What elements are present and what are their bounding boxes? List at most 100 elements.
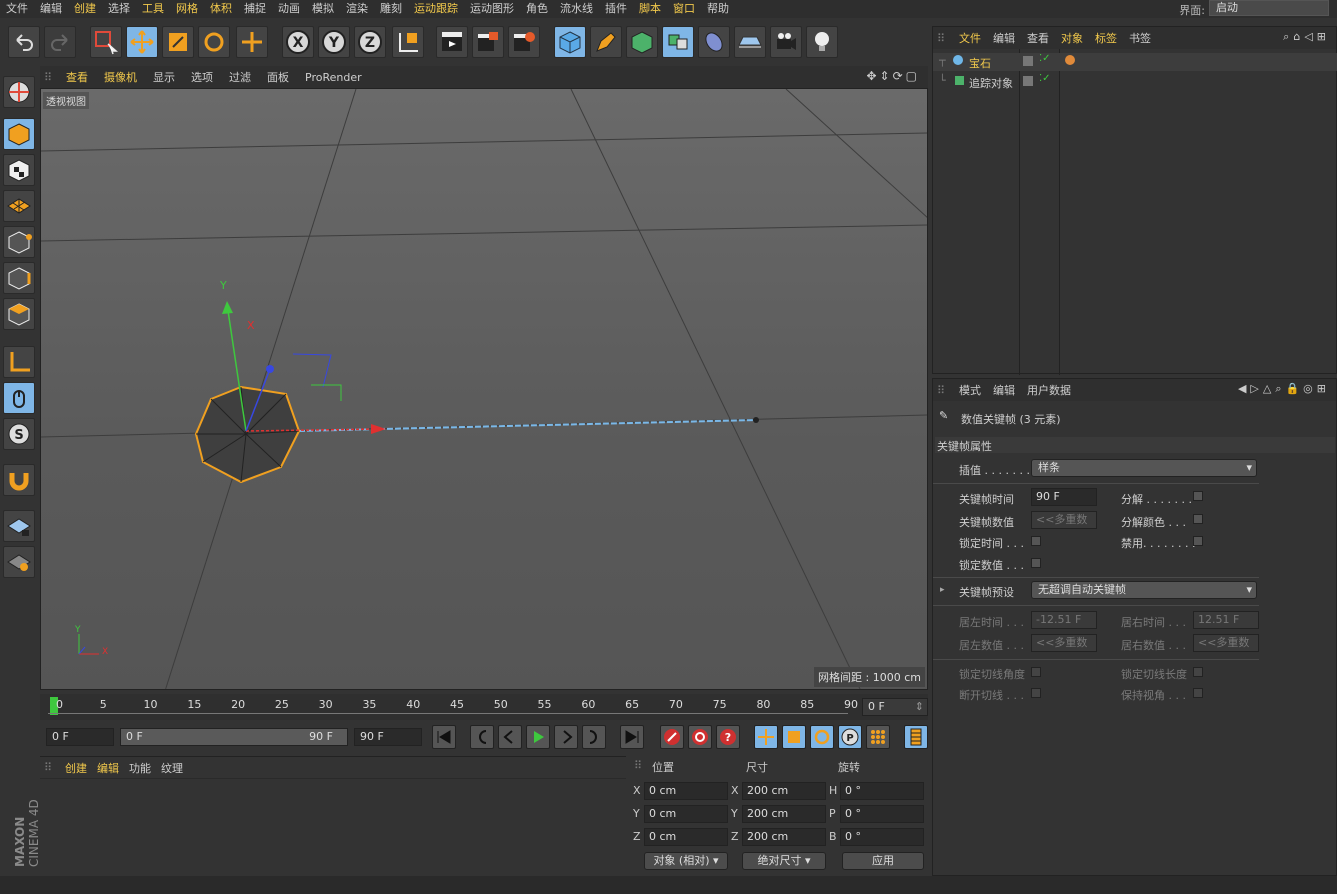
menu-character[interactable]: 角色 [520, 0, 554, 18]
material-menu-create[interactable]: 创建 [60, 760, 92, 776]
om-menu-bookmarks[interactable]: 书签 [1123, 30, 1157, 46]
model-mode-button[interactable] [3, 118, 35, 150]
key-scale-button[interactable] [782, 725, 806, 749]
material-menu-texture[interactable]: 纹理 [156, 760, 188, 776]
apply-button[interactable]: 应用 [842, 852, 924, 870]
planar-workplane-button[interactable] [3, 546, 35, 578]
frame-range-slider[interactable]: 0 F 90 F [120, 728, 348, 746]
viewport-menu-cameras[interactable]: 摄像机 [96, 69, 145, 85]
pen-button[interactable] [590, 26, 622, 58]
size-z-field[interactable]: 200 cm [742, 828, 826, 846]
lock-tangent-angle-checkbox[interactable] [1031, 667, 1041, 677]
section-header[interactable]: 关键帧属性 [935, 437, 1335, 453]
next-frame-button[interactable] [554, 725, 578, 749]
make-editable-button[interactable] [3, 76, 35, 108]
key-parameter-button[interactable]: P [838, 725, 862, 749]
rotate-tool-button[interactable] [198, 26, 230, 58]
material-menu-function[interactable]: 功能 [124, 760, 156, 776]
menu-help[interactable]: 帮助 [701, 0, 735, 18]
menu-mesh[interactable]: 网格 [170, 0, 204, 18]
menu-create[interactable]: 创建 [68, 0, 102, 18]
menu-snap[interactable]: 捕捉 [238, 0, 272, 18]
mute-checkbox[interactable] [1193, 536, 1203, 546]
viewport-menu-filter[interactable]: 过滤 [221, 69, 259, 85]
lock-time-checkbox[interactable] [1031, 536, 1041, 546]
menu-simulate[interactable]: 模拟 [306, 0, 340, 18]
current-frame-field[interactable]: 0 F ⇕ [862, 698, 928, 716]
key-position-button[interactable] [754, 725, 778, 749]
z-axis-button[interactable]: Z [354, 26, 386, 58]
menu-animate[interactable]: 动画 [272, 0, 306, 18]
key-time-field[interactable]: 90 F [1031, 488, 1097, 506]
timeline-ruler[interactable]: 0 5 10 15 20 25 30 35 40 45 50 55 60 65 70 75 80 85 90 [40, 694, 928, 720]
go-to-end-button[interactable] [620, 725, 644, 749]
deformer-button[interactable] [698, 26, 730, 58]
y-axis-button[interactable]: Y [318, 26, 350, 58]
end-frame-field[interactable]: 90 F [354, 728, 422, 746]
om-menu-objects[interactable]: 对象 [1055, 30, 1089, 46]
menu-sculpt[interactable]: 雕刻 [374, 0, 408, 18]
cube-button[interactable] [554, 26, 586, 58]
viewport-menu-panel[interactable]: 面板 [259, 69, 297, 85]
lock-workplane-button[interactable] [3, 510, 35, 542]
point-mode-button[interactable] [3, 226, 35, 258]
menu-mograph[interactable]: 运动图形 [464, 0, 520, 18]
menu-motion-tracking[interactable]: 运动跟踪 [408, 0, 464, 18]
light-button[interactable] [806, 26, 838, 58]
left-time-field[interactable]: -12.51 F [1031, 611, 1097, 629]
table-row[interactable]: ┬ 宝石 ⁚✓ [933, 53, 1337, 71]
prev-frame-button[interactable] [498, 725, 522, 749]
om-menu-edit[interactable]: 编辑 [987, 30, 1021, 46]
start-frame-field[interactable]: 0 F [46, 728, 114, 746]
render-settings-button[interactable] [508, 26, 540, 58]
viewport-menu-options[interactable]: 选项 [183, 69, 221, 85]
menu-window[interactable]: 窗口 [667, 0, 701, 18]
path-end-point[interactable] [753, 417, 759, 423]
om-menu-view[interactable]: 查看 [1021, 30, 1055, 46]
floor-button[interactable] [734, 26, 766, 58]
expand-arrow-icon[interactable]: ▸ [940, 585, 945, 595]
move-tool-button[interactable] [126, 26, 158, 58]
object-name[interactable]: 宝石 [969, 55, 991, 71]
keyframe-selection-button[interactable]: ? [716, 725, 740, 749]
material-menu-edit[interactable]: 编辑 [92, 760, 124, 776]
menu-pipeline[interactable]: 流水线 [554, 0, 599, 18]
coordinate-system-button[interactable] [392, 26, 424, 58]
polygon-mode-button[interactable] [3, 298, 35, 330]
layer-icon[interactable] [1023, 56, 1033, 66]
om-menu-tags[interactable]: 标签 [1089, 30, 1123, 46]
interpolation-select[interactable]: 样条 ▾ [1031, 459, 1257, 477]
snap-button[interactable] [3, 464, 35, 496]
subdivision-button[interactable] [626, 26, 658, 58]
rot-p-field[interactable]: 0 ° [840, 805, 924, 823]
menu-file[interactable]: 文件 [0, 0, 34, 18]
om-nav-icons[interactable]: ⌕⌂◁⊞ [1283, 30, 1330, 44]
size-mode-select[interactable]: 绝对尺寸 ▾ [742, 852, 826, 870]
play-button[interactable] [526, 725, 550, 749]
redo-button[interactable] [44, 26, 76, 58]
key-pla-button[interactable] [866, 725, 890, 749]
solo-button[interactable]: S [3, 418, 35, 450]
am-menu-mode[interactable]: 模式 [953, 382, 987, 398]
gem-object[interactable] [194, 385, 301, 484]
prev-key-button[interactable] [470, 725, 494, 749]
menu-volume[interactable]: 体积 [204, 0, 238, 18]
menu-edit[interactable]: 编辑 [34, 0, 68, 18]
key-value-field[interactable]: <<多重数 [1031, 511, 1097, 529]
render-view-button[interactable] [436, 26, 468, 58]
menu-script[interactable]: 脚本 [633, 0, 667, 18]
next-key-button[interactable] [582, 725, 606, 749]
tag-icon[interactable] [1065, 55, 1075, 65]
lock-value-checkbox[interactable] [1031, 558, 1041, 568]
last-tool-button[interactable] [236, 26, 268, 58]
scale-tool-button[interactable] [162, 26, 194, 58]
visibility-check-icon[interactable]: ⁚✓ [1039, 53, 1051, 64]
timeline-window-button[interactable] [904, 725, 928, 749]
auto-key-button[interactable] [688, 725, 712, 749]
edge-mode-button[interactable] [3, 262, 35, 294]
viewport-menu-view[interactable]: 查看 [58, 69, 96, 85]
picture-viewer-button[interactable] [472, 26, 504, 58]
lock-tangent-length-checkbox[interactable] [1193, 667, 1203, 677]
menu-select[interactable]: 选择 [102, 0, 136, 18]
spinner-icon[interactable]: ⇕ [915, 699, 924, 715]
